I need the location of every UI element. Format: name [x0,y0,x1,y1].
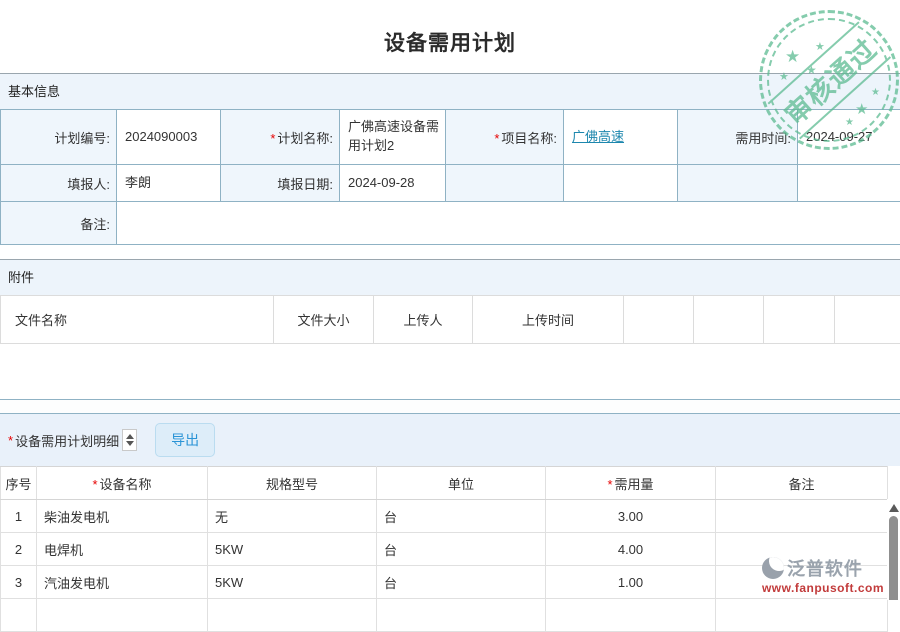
section-basic-info: 基本信息 [0,73,900,109]
cell-quantity: 3.00 [546,500,716,533]
detail-col-model: 规格型号 [208,467,377,500]
cell-index: 2 [1,533,37,566]
cell-device-name: 柴油发电机 [37,500,208,533]
empty-label-cell [446,165,564,202]
scroll-up-arrow-icon[interactable] [889,504,899,512]
required-mark: * [8,433,13,448]
cell-model: 5KW [208,533,377,566]
detail-col-quantity: *需用量 [546,467,716,500]
empty-value-cell [798,165,900,202]
field-label-plan-no: 计划编号: [1,110,117,165]
detail-table: 序号 *设备名称 规格型号 单位 *需用量 备注 1 柴油发电机 无 台 3.0… [0,466,888,632]
required-mark: * [494,131,499,146]
detail-header-row: 序号 *设备名称 规格型号 单位 *需用量 备注 [1,467,888,500]
empty-value-cell [564,165,678,202]
detail-col-index: 序号 [1,467,37,500]
cell-unit: 台 [377,500,546,533]
attach-col-uploadtime: 上传时间 [473,296,624,344]
basic-info-table: 计划编号: 2024090003 *计划名称: 广佛高速设备需用计划2 *项目名… [0,109,900,245]
field-label-report-date: 填报日期: [221,165,340,202]
attach-col-empty [694,296,764,344]
fanpu-brand: 泛普软件 www.fanpusoft.com [762,555,884,595]
brand-url: www.fanpusoft.com [762,581,884,595]
cell-quantity: 1.00 [546,566,716,599]
project-link[interactable]: 广佛高速 [572,129,624,144]
field-value-reporter: 李朗 [117,165,221,202]
field-value-plan-no: 2024090003 [117,110,221,165]
cell-unit: 台 [377,533,546,566]
detail-col-unit: 单位 [377,467,546,500]
required-mark: * [270,131,275,146]
cell-remark [716,500,888,533]
field-label-project-name: *项目名称: [446,110,564,165]
vertical-scrollbar[interactable] [887,499,900,600]
empty-label-cell [678,165,798,202]
detail-col-device-name: *设备名称 [37,467,208,500]
sort-down-icon [126,441,134,446]
detail-row-partial [1,599,888,632]
section-attachments: 附件 [0,259,900,295]
required-mark: * [92,477,97,492]
field-label-reporter: 填报人: [1,165,117,202]
detail-toolbar: * 设备需用计划明细 导出 [0,414,900,466]
cell-model: 5KW [208,566,377,599]
field-value-need-time: 2024-09-27 [798,110,900,165]
cell-unit: 台 [377,566,546,599]
field-value-project-name: 广佛高速 [564,110,678,165]
cell-quantity: 4.00 [546,533,716,566]
page-title: 设备需用计划 [384,27,516,57]
required-mark: * [607,477,612,492]
attachments-table: 文件名称 文件大小 上传人 上传时间 [0,295,900,344]
cell-index: 1 [1,500,37,533]
export-button[interactable]: 导出 [155,423,215,457]
attach-col-empty [764,296,835,344]
detail-row: 3 汽油发电机 5KW 台 1.00 [1,566,888,599]
field-value-remark [117,202,900,245]
detail-row: 2 电焊机 5KW 台 4.00 [1,533,888,566]
sort-up-icon [126,434,134,439]
detail-panel-strip [0,399,900,414]
cell-device-name: 汽油发电机 [37,566,208,599]
attach-col-filename: 文件名称 [1,296,274,344]
cell-index: 3 [1,566,37,599]
title-area: 设备需用计划 [0,0,900,73]
field-label-remark: 备注: [1,202,117,245]
field-value-plan-name: 广佛高速设备需用计划2 [340,110,446,165]
detail-row: 1 柴油发电机 无 台 3.00 [1,500,888,533]
sort-icon[interactable] [122,429,137,451]
detail-section-title: 设备需用计划明细 [15,431,119,450]
field-value-report-date: 2024-09-28 [340,165,446,202]
cell-device-name: 电焊机 [37,533,208,566]
attach-col-filesize: 文件大小 [274,296,374,344]
field-label-plan-name: *计划名称: [221,110,340,165]
attach-col-empty [624,296,694,344]
scrollbar-thumb[interactable] [889,516,898,600]
attach-col-empty [835,296,900,344]
attach-col-uploader: 上传人 [374,296,473,344]
detail-col-remark: 备注 [716,467,888,500]
cell-model: 无 [208,500,377,533]
fanpu-logo-icon [762,557,784,579]
field-label-need-time: 需用时间: [678,110,798,165]
brand-name: 泛普软件 [787,555,863,581]
